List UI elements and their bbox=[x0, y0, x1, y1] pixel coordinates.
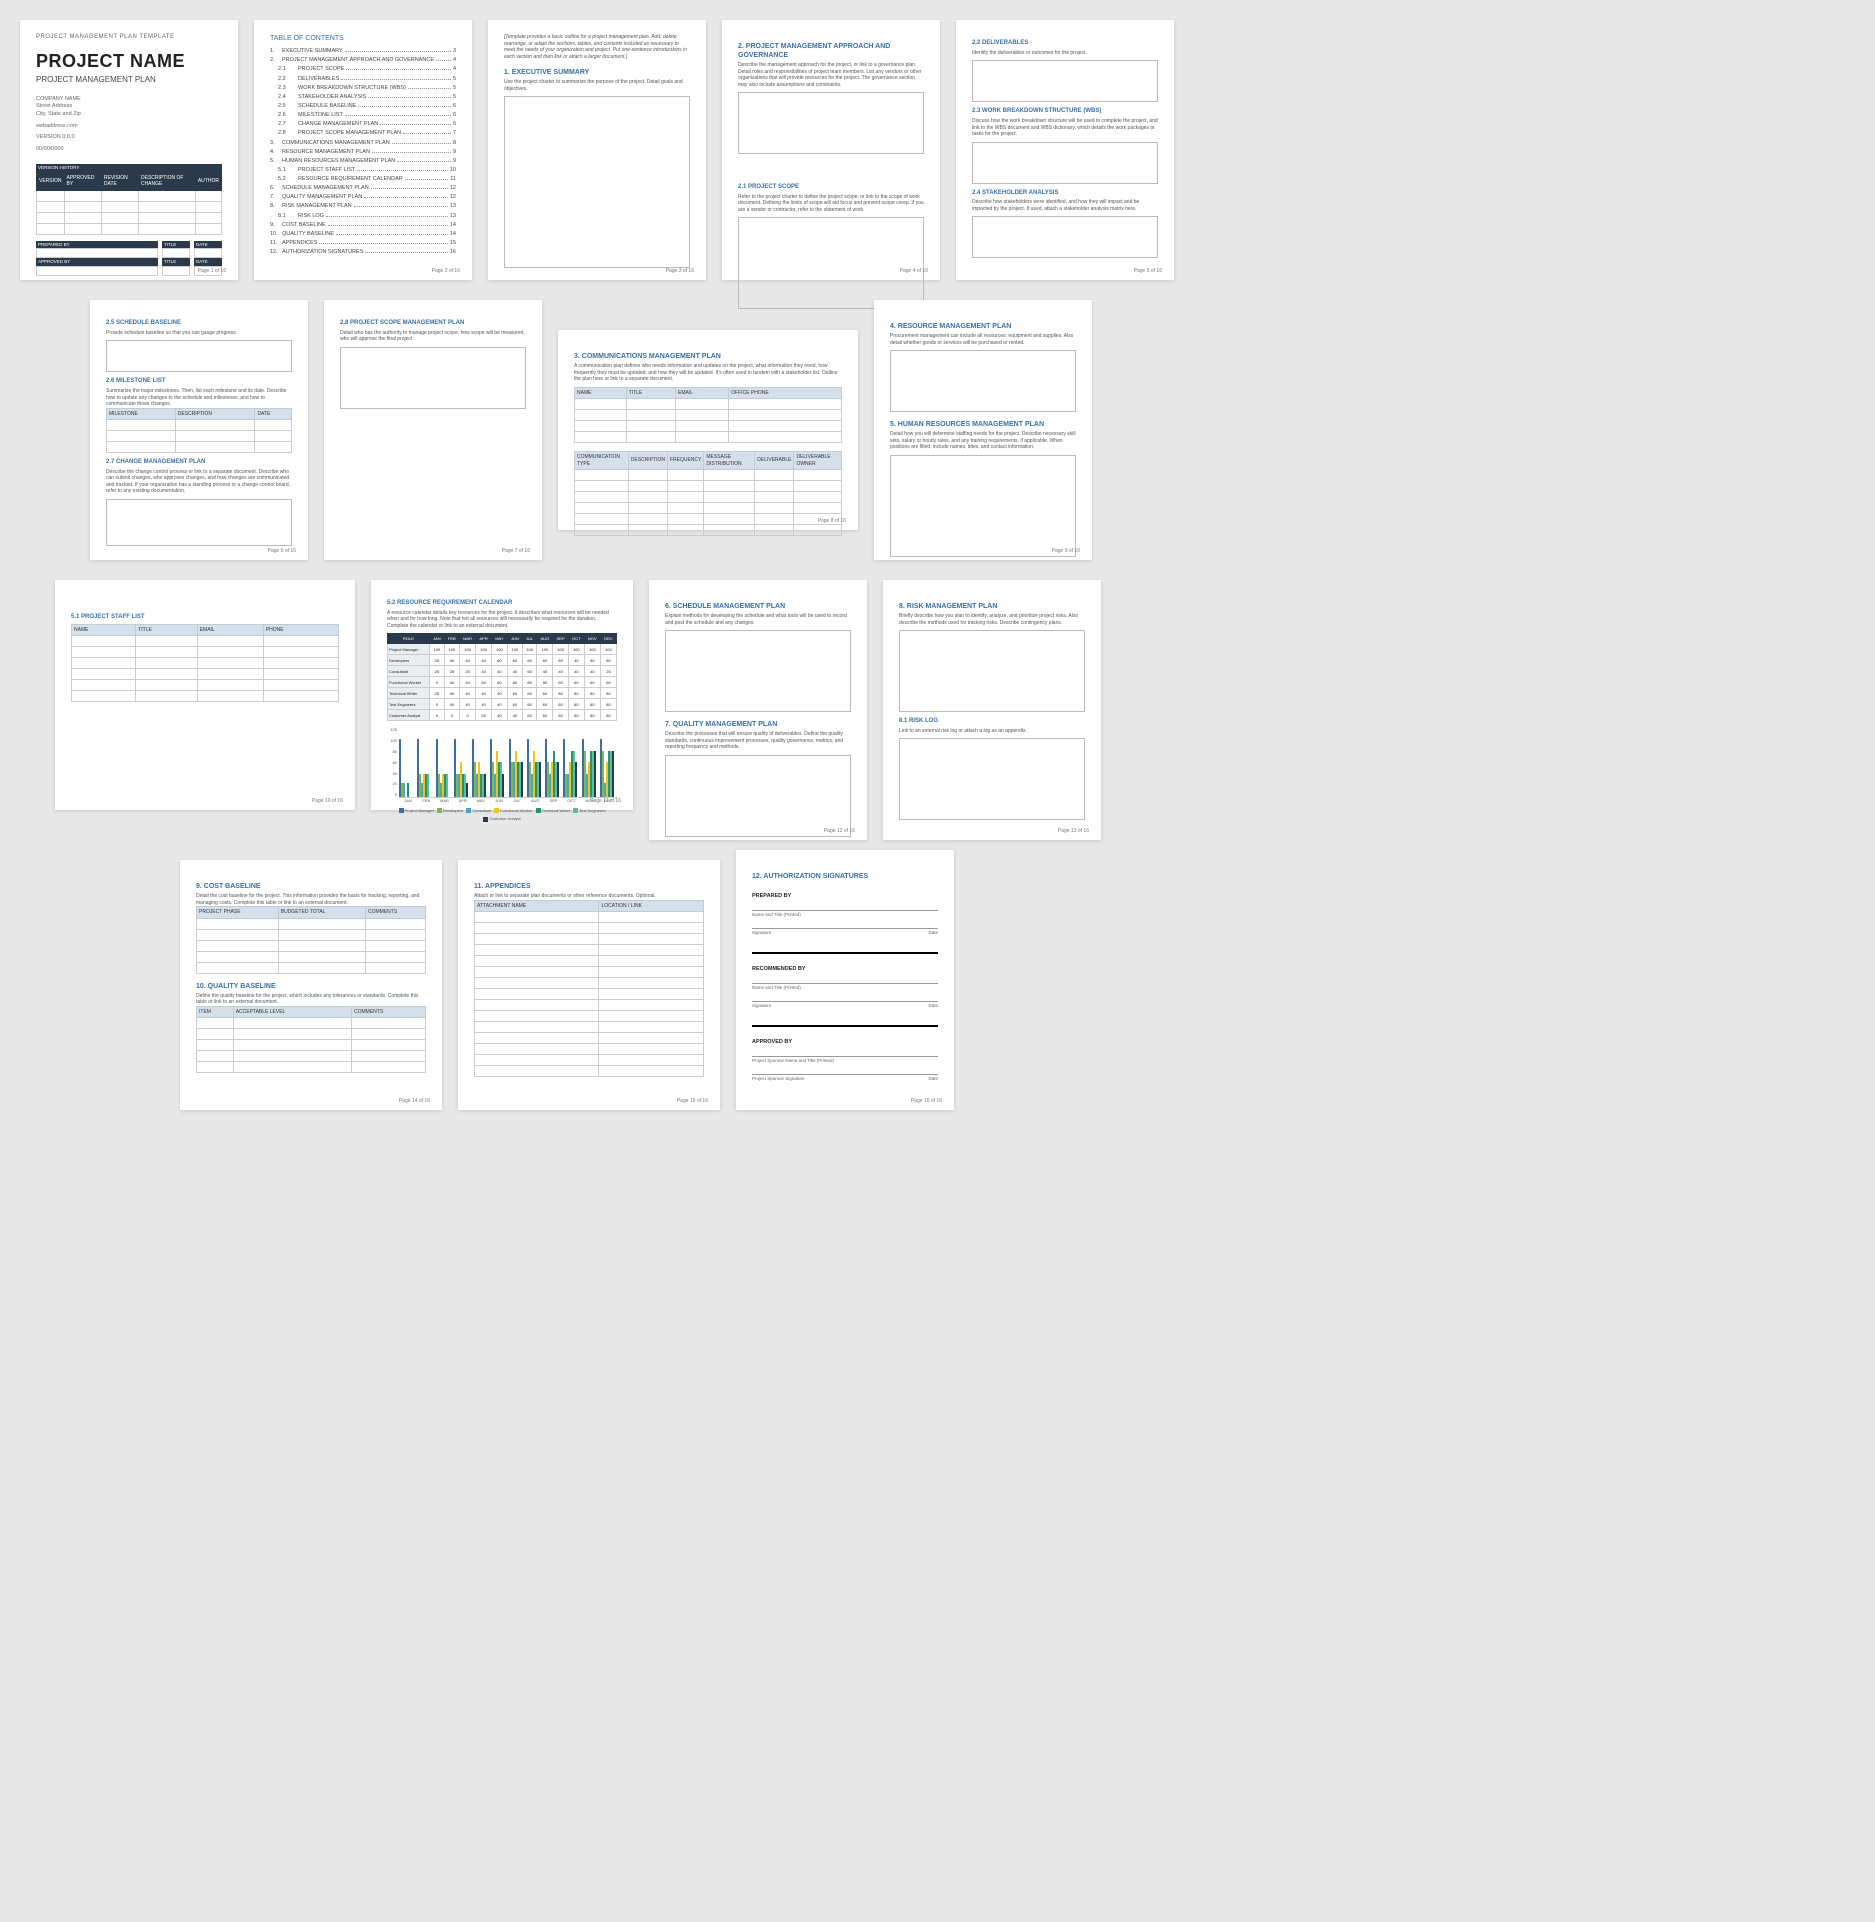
project-subtitle: PROJECT MANAGEMENT PLAN bbox=[36, 75, 222, 85]
milestone-table: MILESTONEDESCRIPTIONDATE bbox=[106, 408, 292, 454]
version-history-title: VERSION HISTORY bbox=[36, 164, 222, 172]
page-3: [Template provides a basic outline for a… bbox=[488, 20, 706, 280]
toc-title: TABLE OF CONTENTS bbox=[270, 34, 456, 43]
doc-tag: PROJECT MANAGEMENT PLAN TEMPLATE bbox=[36, 34, 222, 42]
comm-table-1: NAMETITLEEMAILOFFICE PHONE bbox=[574, 387, 842, 444]
staff-table: NAMETITLEEMAILPHONE bbox=[71, 624, 339, 703]
page-5: 2.2 DELIVERABLES Identify the deliverabl… bbox=[956, 20, 1174, 280]
version-history-table: VERSION APPROVED BY REVISION DATE DESCRI… bbox=[36, 172, 222, 235]
resource-chart: 120100806040200 JANFEBMARAPRMAYJUNJULAUG… bbox=[387, 727, 617, 821]
page-1: PROJECT MANAGEMENT PLAN TEMPLATE PROJECT… bbox=[20, 20, 238, 280]
cost-table: PROJECT PHASEBUDGETED TOTALCOMMENTS bbox=[196, 906, 426, 974]
quality-table: ITEMACCEPTABLE LEVELCOMMENTS bbox=[196, 1006, 426, 1074]
comm-table-2: COMMUNICATION TYPEDESCRIPTIONFREQUENCYME… bbox=[574, 451, 842, 536]
page-4: 2. PROJECT MANAGEMENT APPROACH AND GOVER… bbox=[722, 20, 940, 280]
page-8: 3. COMMUNICATIONS MANAGEMENT PLAN A comm… bbox=[558, 330, 858, 530]
page-11-chart: 5.2 RESOURCE REQUIREMENT CALENDAR A reso… bbox=[371, 580, 633, 810]
page-number: Page 1 of 16 bbox=[198, 268, 226, 275]
resource-table: ROLEJANFEBMARAPRMAYJUNJULAUGSEPOCTNOVDEC… bbox=[387, 633, 617, 721]
page-12: 6. SCHEDULE MANAGEMENT PLAN Explain meth… bbox=[649, 580, 867, 840]
page-15: 11. APPENDICES Attach or link to separat… bbox=[458, 860, 720, 1110]
page-7: 2.8 PROJECT SCOPE MANAGEMENT PLAN Detail… bbox=[324, 300, 542, 560]
toc-list: 1.EXECUTIVE SUMMARY32.PROJECT MANAGEMENT… bbox=[270, 47, 456, 256]
project-title: PROJECT NAME bbox=[36, 50, 222, 73]
company-meta: COMPANY NAME Street Address City, State … bbox=[36, 96, 222, 154]
page-10: 5.1 PROJECT STAFF LIST NAMETITLEEMAILPHO… bbox=[55, 580, 355, 810]
appendix-table: ATTACHMENT NAMELOCATION / LINK bbox=[474, 900, 704, 1078]
page-6: 2.5 SCHEDULE BASELINE Provide schedule b… bbox=[90, 300, 308, 560]
page-9: 4. RESOURCE MANAGEMENT PLAN Procurement … bbox=[874, 300, 1092, 560]
page-16: 12. AUTHORIZATION SIGNATURES PREPARED BY… bbox=[736, 850, 954, 1110]
page-14: 9. COST BASELINE Detail the cost baselin… bbox=[180, 860, 442, 1110]
 bbox=[504, 96, 690, 268]
page-13: 8. RISK MANAGEMENT PLAN Briefly describe… bbox=[883, 580, 1101, 840]
page-2-toc: TABLE OF CONTENTS 1.EXECUTIVE SUMMARY32.… bbox=[254, 20, 472, 280]
approval-block: PREPARED BY APPROVED BY TITLE TITLE DATE… bbox=[36, 241, 222, 277]
